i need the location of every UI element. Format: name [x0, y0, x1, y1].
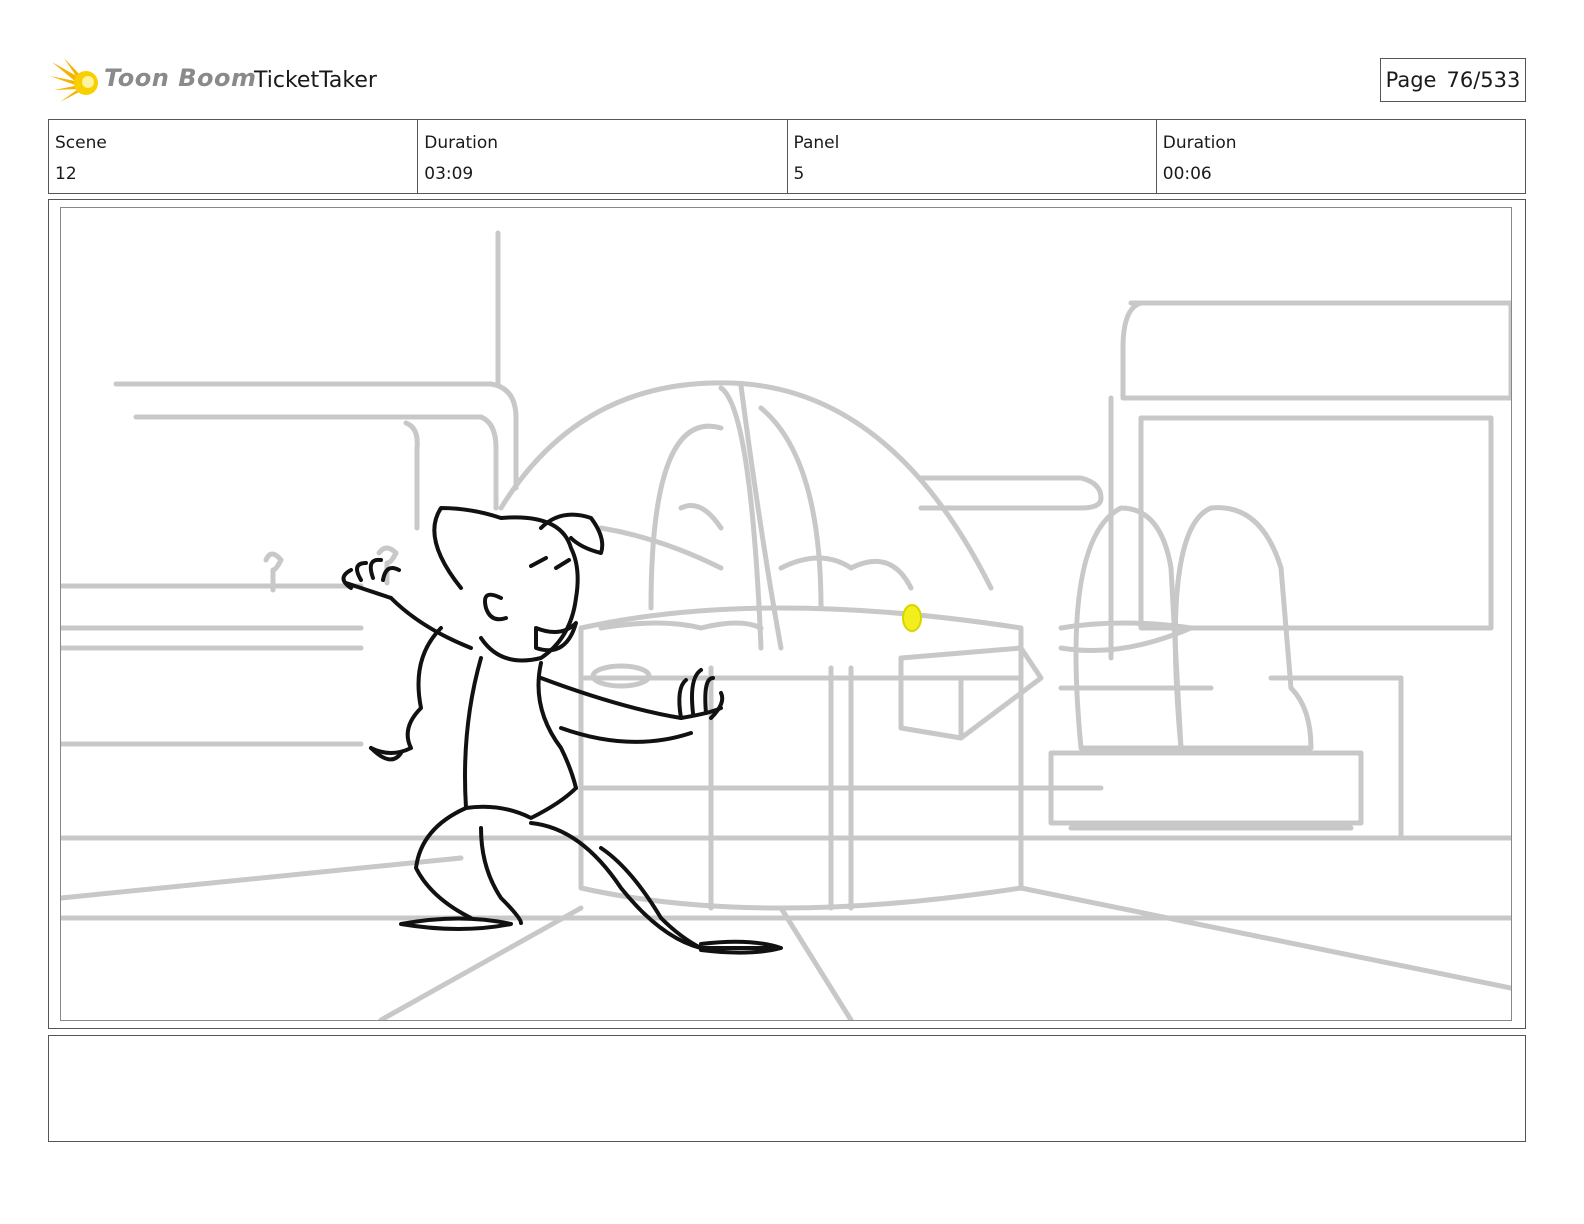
character-sketch	[341, 506, 783, 955]
panel-label: Panel	[793, 133, 840, 153]
background-sketch	[61, 230, 1511, 1020]
panel-duration-cell: Duration 00:06	[1157, 120, 1525, 193]
panel-duration-label: Duration	[1162, 133, 1237, 153]
scene-cell: Scene 12	[49, 120, 419, 193]
panel-cell: Panel 5	[788, 120, 1157, 193]
panel-notes	[48, 1035, 1526, 1142]
yellow-highlight	[902, 604, 922, 632]
panel-value: 5	[793, 163, 805, 184]
page-number: 76/533	[1446, 68, 1521, 92]
storyboard-panel-frame	[48, 199, 1526, 1029]
page-indicator: Page 76/533	[1380, 58, 1526, 102]
project-title: TicketTaker	[254, 68, 377, 93]
scene-info-table: Scene 12 Duration 03:09 Panel 5 Duration…	[48, 119, 1526, 194]
scene-duration-label: Duration	[424, 133, 499, 153]
storyboard-panel-image	[60, 207, 1512, 1021]
scene-value: 12	[55, 163, 77, 184]
panel-duration-value: 00:06	[1162, 163, 1212, 184]
logo-text: Toon Boom	[104, 64, 257, 92]
scene-duration-cell: Duration 03:09	[418, 120, 788, 193]
page-label: Page	[1385, 68, 1437, 92]
scene-duration-value: 03:09	[424, 163, 474, 184]
storyboard-sketch	[61, 230, 1511, 1020]
starburst-icon	[50, 58, 98, 102]
scene-label: Scene	[55, 133, 107, 153]
